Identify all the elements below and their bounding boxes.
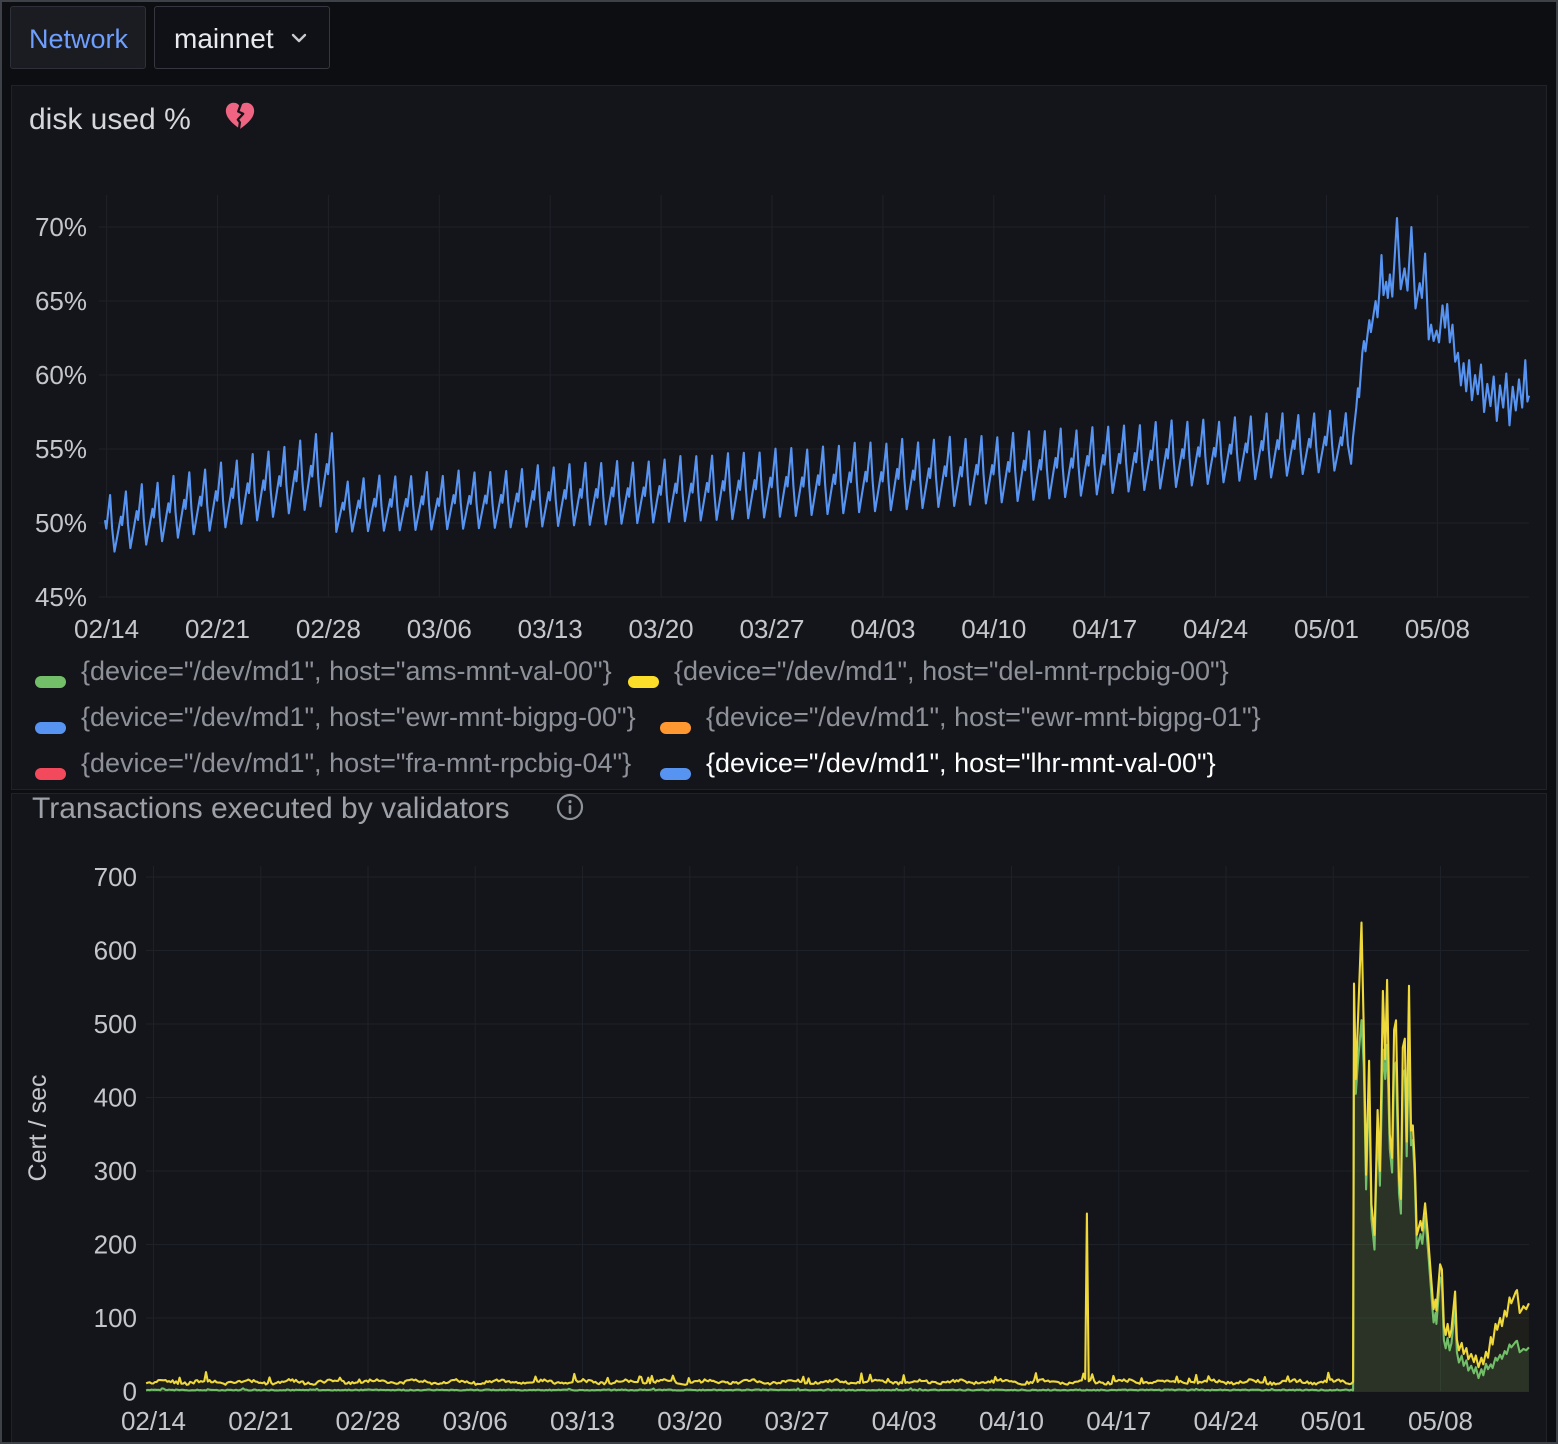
svg-text:500: 500: [94, 1009, 137, 1039]
svg-text:03/20: 03/20: [657, 1406, 722, 1436]
svg-text:60%: 60%: [35, 360, 87, 390]
svg-text:70%: 70%: [35, 212, 87, 242]
svg-text:05/08: 05/08: [1408, 1406, 1473, 1436]
svg-text:03/20: 03/20: [629, 614, 694, 644]
svg-text:03/13: 03/13: [518, 614, 583, 644]
svg-text:400: 400: [94, 1083, 137, 1113]
svg-text:03/13: 03/13: [550, 1406, 615, 1436]
svg-text:03/06: 03/06: [443, 1406, 508, 1436]
svg-text:600: 600: [94, 936, 137, 966]
svg-text:02/21: 02/21: [185, 614, 250, 644]
svg-text:04/24: 04/24: [1193, 1406, 1258, 1436]
svg-text:03/06: 03/06: [407, 614, 472, 644]
svg-text:65%: 65%: [35, 286, 87, 316]
svg-text:100: 100: [94, 1303, 137, 1333]
svg-text:45%: 45%: [35, 582, 87, 612]
svg-text:02/28: 02/28: [296, 614, 361, 644]
svg-text:04/10: 04/10: [979, 1406, 1044, 1436]
svg-text:04/17: 04/17: [1086, 1406, 1151, 1436]
svg-text:04/10: 04/10: [961, 614, 1026, 644]
svg-text:04/03: 04/03: [850, 614, 915, 644]
svg-text:200: 200: [94, 1230, 137, 1260]
svg-text:50%: 50%: [35, 508, 87, 538]
svg-text:04/17: 04/17: [1072, 614, 1137, 644]
svg-text:05/01: 05/01: [1294, 614, 1359, 644]
svg-text:04/03: 04/03: [872, 1406, 937, 1436]
svg-text:55%: 55%: [35, 434, 87, 464]
svg-text:02/28: 02/28: [335, 1406, 400, 1436]
svg-text:300: 300: [94, 1156, 137, 1186]
svg-text:02/21: 02/21: [228, 1406, 293, 1436]
svg-text:02/14: 02/14: [74, 614, 139, 644]
svg-text:04/24: 04/24: [1183, 614, 1248, 644]
svg-text:0: 0: [123, 1377, 137, 1407]
svg-text:03/27: 03/27: [764, 1406, 829, 1436]
svg-text:Cert / sec: Cert / sec: [24, 1075, 52, 1182]
svg-text:05/08: 05/08: [1405, 614, 1470, 644]
svg-text:03/27: 03/27: [739, 614, 804, 644]
svg-text:02/14: 02/14: [121, 1406, 186, 1436]
svg-text:05/01: 05/01: [1301, 1406, 1366, 1436]
svg-text:700: 700: [94, 862, 137, 892]
